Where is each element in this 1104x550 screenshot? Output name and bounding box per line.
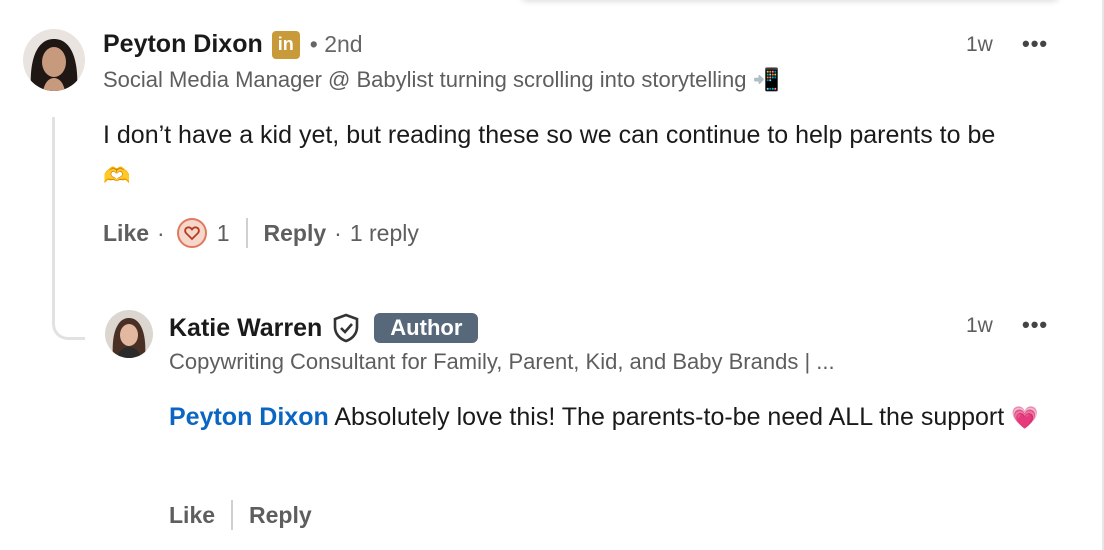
avatar[interactable] xyxy=(23,29,85,91)
action-divider xyxy=(245,218,248,248)
like-button[interactable]: Like xyxy=(103,220,149,247)
comment-header: Peyton Dixon in • 2nd xyxy=(103,30,363,59)
reply-author-headline: Copywriting Consultant for Family, Paren… xyxy=(169,349,835,374)
reply-text: Peyton Dixon Absolutely love this! The p… xyxy=(169,397,1059,439)
comment-author-name[interactable]: Peyton Dixon xyxy=(103,30,263,59)
reply-timestamp: 1w xyxy=(966,314,993,337)
reaction-count[interactable]: 1 xyxy=(217,220,230,247)
comment-actions: Like · 1 Reply · 1 reply xyxy=(103,218,419,248)
reply-header: Katie Warren Author xyxy=(169,313,479,343)
headline-text: Social Media Manager @ Babylist turning … xyxy=(103,67,747,92)
reply-more-options-icon[interactable]: ••• xyxy=(1022,312,1048,338)
connection-degree: • 2nd xyxy=(309,31,363,57)
profile-photo-icon xyxy=(23,29,85,91)
like-button[interactable]: Like xyxy=(169,502,215,529)
comment-author-headline: Social Media Manager @ Babylist turning … xyxy=(103,67,780,93)
reply-avatar[interactable] xyxy=(105,310,153,358)
reply-author-name[interactable]: Katie Warren xyxy=(169,314,322,343)
verified-shield-icon xyxy=(332,313,360,343)
mention-link[interactable]: Peyton Dixon xyxy=(169,403,329,431)
more-options-icon[interactable]: ••• xyxy=(1022,31,1048,57)
mobile-phone-icon: 📲 xyxy=(752,68,781,93)
author-badge: Author xyxy=(374,313,479,343)
comment-timestamp: 1w xyxy=(966,33,993,56)
action-divider xyxy=(231,500,234,530)
reply-body: Absolutely love this! The parents-to-be … xyxy=(334,403,1005,431)
thread-connector xyxy=(52,117,85,340)
reply-actions: Like Reply xyxy=(169,500,312,530)
reply-button[interactable]: Reply xyxy=(249,502,312,529)
comment-text: I don’t have a kid yet, but reading thes… xyxy=(103,115,1003,197)
love-reaction-icon[interactable] xyxy=(176,218,207,248)
profile-photo-icon xyxy=(105,310,153,358)
separator-dot: · xyxy=(157,219,165,246)
reply-button[interactable]: Reply xyxy=(264,220,327,247)
reply-count-link[interactable]: 1 reply xyxy=(350,220,419,247)
comment-body: I don’t have a kid yet, but reading thes… xyxy=(103,121,996,149)
pink-heart-icon: 💗 xyxy=(1011,406,1039,431)
separator-dot: · xyxy=(334,219,342,246)
heart-hands-icon: 🫶 xyxy=(103,164,131,189)
linkedin-icon: in xyxy=(271,30,300,59)
